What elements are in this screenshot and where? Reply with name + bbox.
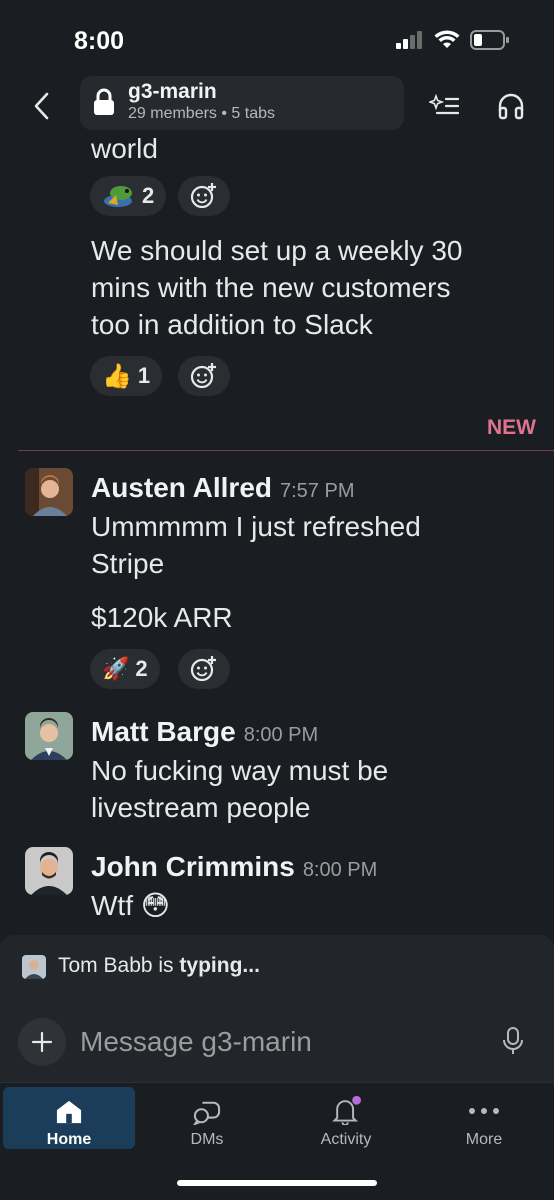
message-list[interactable]: world 2 We should set up a weekly 30 min… bbox=[0, 136, 554, 936]
message-text: world bbox=[91, 136, 158, 164]
more-dots-icon bbox=[469, 1108, 499, 1114]
voice-message-button[interactable] bbox=[502, 1026, 524, 1061]
battery-icon bbox=[470, 30, 509, 50]
reaction-pill[interactable]: 2 bbox=[90, 176, 167, 216]
sparkle-list-icon bbox=[429, 94, 459, 115]
reaction-count: 2 bbox=[142, 183, 155, 208]
author-name: Matt Barge bbox=[91, 716, 236, 747]
headphones-icon bbox=[498, 93, 524, 120]
tab-label: Activity bbox=[320, 1131, 372, 1148]
avatar-photo bbox=[25, 468, 73, 516]
rocket-emoji-icon: 🚀 bbox=[102, 656, 130, 681]
channel-subtitle: 29 members • 5 tabs bbox=[128, 105, 275, 123]
status-icons bbox=[396, 30, 510, 50]
ai-summary-button[interactable] bbox=[428, 90, 460, 122]
message-author[interactable]: Austen Allred 7:57 PM bbox=[91, 472, 354, 504]
wifi-icon bbox=[434, 30, 460, 48]
message-input[interactable] bbox=[80, 1022, 480, 1062]
separator-dot: • bbox=[221, 105, 232, 122]
message-text: Wtf 😳 bbox=[91, 890, 170, 921]
avatar-photo bbox=[25, 712, 73, 760]
add-emoji-icon bbox=[190, 656, 216, 682]
new-messages-divider bbox=[18, 450, 554, 451]
add-reaction-button[interactable] bbox=[178, 176, 230, 216]
message-author[interactable]: John Crimmins 8:00 PM bbox=[91, 851, 377, 883]
plus-icon bbox=[31, 1031, 53, 1053]
home-icon bbox=[56, 1100, 82, 1124]
home-indicator bbox=[177, 1180, 377, 1186]
tab-dms[interactable]: DMs bbox=[141, 1087, 273, 1149]
message-timestamp: 8:00 PM bbox=[243, 724, 319, 746]
cellular-signal-icon bbox=[396, 31, 422, 49]
message-text: $120k ARR bbox=[91, 602, 233, 633]
reaction-pill[interactable]: 👍 1 bbox=[90, 356, 163, 396]
tab-label: DMs bbox=[190, 1131, 224, 1148]
reaction-count: 2 bbox=[135, 656, 148, 681]
member-count: 29 members bbox=[128, 105, 217, 122]
back-button[interactable] bbox=[26, 86, 56, 126]
tab-more[interactable]: More bbox=[418, 1087, 550, 1149]
chevron-left-icon bbox=[34, 92, 49, 120]
reaction-count: 1 bbox=[137, 363, 151, 388]
status-bar: 8:00 bbox=[0, 0, 554, 80]
add-reaction-button[interactable] bbox=[178, 649, 230, 689]
avatar[interactable] bbox=[25, 847, 73, 895]
channel-info-button[interactable]: g3-marin 29 members • 5 tabs bbox=[80, 76, 404, 130]
typing-text: Tom Babb is typing... bbox=[58, 954, 260, 978]
tab-count: 5 tabs bbox=[231, 105, 276, 122]
message-timestamp: 8:00 PM bbox=[302, 859, 378, 881]
channel-header: g3-marin 29 members • 5 tabs bbox=[0, 76, 554, 136]
avatar-photo bbox=[25, 847, 73, 895]
tab-label: More bbox=[465, 1131, 503, 1148]
typing-indicator: Tom Babb is typing... bbox=[0, 935, 554, 1000]
reaction-pill[interactable]: 🚀 2 bbox=[90, 649, 160, 689]
message-composer bbox=[0, 998, 554, 1082]
add-emoji-icon bbox=[190, 363, 216, 389]
typing-user-avatar bbox=[22, 955, 46, 979]
author-name: John Crimmins bbox=[91, 851, 295, 882]
add-reaction-button[interactable] bbox=[178, 356, 230, 396]
tab-label: Home bbox=[46, 1131, 92, 1148]
lock-icon bbox=[94, 88, 114, 115]
avatar[interactable] bbox=[25, 712, 73, 760]
huddle-button[interactable] bbox=[495, 90, 527, 122]
channel-name: g3-marin bbox=[128, 80, 217, 103]
typing-status: typing... bbox=[179, 954, 260, 977]
notification-badge bbox=[352, 1095, 361, 1105]
bell-icon bbox=[332, 1095, 361, 1125]
add-emoji-icon bbox=[190, 183, 216, 209]
author-name: Austen Allred bbox=[91, 472, 272, 503]
new-messages-label: NEW bbox=[487, 416, 536, 439]
tab-home[interactable]: Home bbox=[3, 1087, 135, 1149]
status-time: 8:00 bbox=[74, 27, 125, 55]
tab-activity[interactable]: Activity bbox=[280, 1087, 412, 1149]
message-text: We should set up a weekly 30 mins with t… bbox=[91, 235, 463, 340]
message-text: No fucking way must be livestream people bbox=[91, 755, 389, 823]
message-text: Ummmmm I just refreshed Stripe bbox=[91, 511, 421, 579]
party-parrot-emoji-icon bbox=[104, 186, 132, 207]
microphone-icon bbox=[503, 1027, 523, 1054]
thumbs-up-emoji-icon: 👍 bbox=[102, 362, 132, 390]
avatar[interactable] bbox=[25, 468, 73, 516]
typing-user-name: Tom Babb is bbox=[58, 954, 174, 977]
message-author[interactable]: Matt Barge 8:00 PM bbox=[91, 716, 318, 748]
chat-bubbles-icon bbox=[193, 1101, 221, 1125]
message-timestamp: 7:57 PM bbox=[280, 480, 355, 502]
attach-button[interactable] bbox=[18, 1018, 66, 1066]
